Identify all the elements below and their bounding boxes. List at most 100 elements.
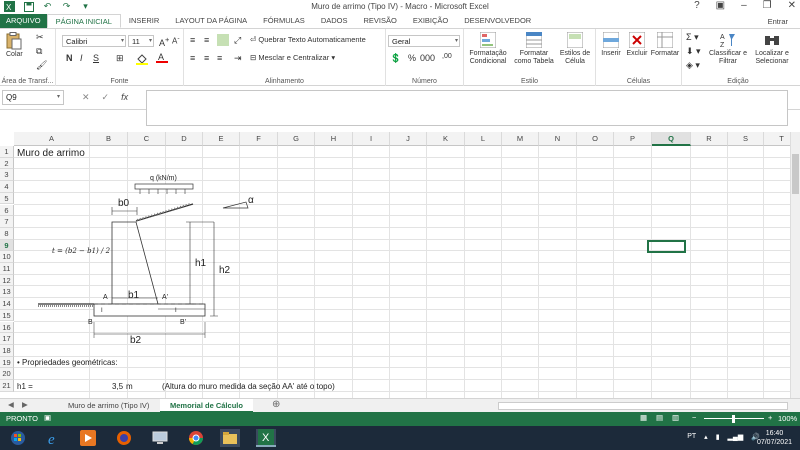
backfill-slope [135, 203, 194, 222]
media-player-icon[interactable] [78, 429, 98, 447]
number-format-combo[interactable]: Geral ▾ [388, 35, 460, 47]
cell-styles-button[interactable]: Estilos de Célula [556, 32, 594, 66]
chrome-icon[interactable] [186, 429, 206, 447]
internet-explorer-icon[interactable]: e [44, 429, 64, 447]
format-as-table-button[interactable]: Formatar como Tabela [512, 32, 556, 66]
sheet-tab-memorial[interactable]: Memorial de Cálculo [160, 399, 253, 413]
formula-input[interactable] [146, 90, 788, 126]
new-sheet-icon[interactable]: ⊕ [272, 399, 280, 410]
comma-style-icon[interactable]: 000 [420, 53, 435, 63]
paste-icon [6, 32, 22, 50]
name-box[interactable]: Q9 ▾ [2, 90, 64, 105]
sign-in-link[interactable]: Entrar [768, 17, 788, 26]
tab-developer[interactable]: DESENVOLVEDOR [456, 14, 539, 28]
page-break-view-icon[interactable]: ▥ [672, 413, 679, 422]
tab-review[interactable]: REVISÃO [355, 14, 404, 28]
tab-data[interactable]: DADOS [313, 14, 356, 28]
zoom-in-icon[interactable]: + [768, 413, 772, 422]
grow-font-icon[interactable]: A+ [159, 35, 169, 48]
format-cells-button[interactable]: Formatar [650, 32, 680, 58]
cut-icon[interactable]: ✂ [36, 32, 44, 43]
shrink-font-icon[interactable]: A- [172, 35, 180, 46]
zoom-slider-thumb[interactable] [732, 415, 735, 423]
delete-cells-button[interactable]: Excluir [624, 32, 650, 58]
fill-color-icon[interactable] [136, 53, 148, 67]
tab-home[interactable]: PÁGINA INICIAL [46, 14, 121, 28]
align-bottom-icon[interactable] [217, 34, 229, 46]
format-painter-icon[interactable]: 🖌 [36, 60, 47, 71]
label-heel-marker: I [175, 308, 177, 314]
vertical-scroll-thumb[interactable] [792, 154, 799, 194]
currency-icon[interactable]: 💲 [390, 53, 401, 64]
horizontal-scrollbar[interactable] [498, 402, 788, 410]
clock[interactable]: 16:40 07/07/2021 [757, 429, 792, 447]
network-icon[interactable]: ▮ [716, 433, 720, 441]
underline-button[interactable]: S [93, 53, 99, 63]
insert-cells-button[interactable]: Inserir [598, 32, 624, 58]
network-computer-icon[interactable] [150, 429, 170, 447]
tab-insert[interactable]: INSERIR [121, 14, 167, 28]
page-layout-view-icon[interactable]: ▤ [656, 413, 663, 422]
title-bar: X ↶ ↷ ▾ Muro de arrimo (Tipo IV) - Macro… [0, 0, 800, 14]
firefox-icon[interactable] [114, 429, 134, 447]
tray-flag-icon[interactable]: ▴ [704, 433, 708, 441]
tab-page-layout[interactable]: LAYOUT DA PÁGINA [167, 14, 255, 28]
font-name-combo[interactable]: Calibri ▾ [62, 35, 126, 47]
signal-icon[interactable]: ▂▄▆ [728, 433, 744, 441]
clear-icon[interactable]: ◈ ▾ [686, 60, 700, 71]
borders-icon[interactable]: ⊞ [116, 53, 124, 64]
align-left-icon[interactable]: ≡ [190, 53, 195, 63]
font-size-combo[interactable]: 11 ▾ [128, 35, 154, 47]
tab-file[interactable]: ARQUIVO [0, 14, 47, 28]
svg-text:X: X [262, 432, 270, 444]
worksheet-grid[interactable]: ABCDEFGHIJKLMNOPQRST 1 2 3 4 5 6 7 8 9 10 11 12 13 14… [0, 132, 800, 398]
copy-icon[interactable]: ⧉ [36, 46, 42, 57]
bold-button[interactable]: N [66, 53, 73, 63]
paste-button[interactable]: Colar [6, 32, 23, 59]
language-indicator[interactable]: PT [687, 433, 696, 441]
close-icon[interactable]: ✕ [788, 0, 796, 11]
align-center-icon[interactable]: ≡ [204, 53, 209, 63]
align-middle-icon[interactable]: ≡ [204, 35, 209, 45]
italic-button[interactable]: I [80, 53, 83, 63]
fill-icon[interactable]: ⬇ ▾ [686, 46, 701, 57]
start-icon[interactable] [8, 429, 28, 447]
insert-function-icon[interactable]: fx [121, 92, 128, 103]
minimize-icon[interactable]: – [741, 0, 747, 11]
find-select-button[interactable]: Localizar e Selecionar [750, 32, 794, 66]
indent-icon[interactable]: ⇥ [234, 53, 242, 64]
ribbon-display-icon[interactable]: ▣ [716, 0, 725, 11]
zoom-out-icon[interactable]: − [692, 413, 696, 422]
window-title: Muro de arrimo (Tipo IV) - Macro - Micro… [311, 2, 489, 11]
zoom-level[interactable]: 100% [778, 414, 797, 423]
find-select-label: Localizar e Selecionar [755, 50, 789, 65]
vertical-scrollbar[interactable] [790, 132, 800, 398]
normal-view-icon[interactable]: ▦ [640, 413, 647, 422]
font-color-icon[interactable]: A [156, 51, 168, 66]
restore-icon[interactable]: ❐ [763, 0, 772, 11]
autosum-icon[interactable]: Σ ▾ [686, 32, 699, 43]
decimal-icon[interactable]: ,00 [442, 53, 452, 60]
sheet-nav-next-icon[interactable]: ▶ [22, 400, 28, 409]
macro-record-icon[interactable]: ▣ [44, 413, 51, 422]
excel-taskbar-icon[interactable]: X [256, 429, 276, 447]
merge-center-button[interactable]: ⊟ Mesclar e Centralizar ▾ [250, 53, 335, 62]
sheet-tab-bar: ◀ ▶ Muro de arrimo (Tipo IV) Memorial de… [0, 398, 800, 413]
conditional-formatting-button[interactable]: Formatação Condicional [466, 32, 510, 66]
help-icon[interactable]: ? [694, 0, 700, 11]
confirm-entry-icon[interactable]: ✓ [102, 92, 110, 103]
cancel-entry-icon[interactable]: ✕ [82, 92, 90, 103]
selected-cell-q9[interactable] [647, 240, 686, 253]
sheet-tab-muro[interactable]: Muro de arrimo (Tipo IV) [58, 399, 159, 413]
sheet-nav-prev-icon[interactable]: ◀ [8, 400, 14, 409]
align-top-icon[interactable]: ≡ [190, 35, 195, 45]
tab-view[interactable]: EXIBIÇÃO [405, 14, 456, 28]
wrap-text-button[interactable]: ⏎ Quebrar Texto Automaticamente [250, 35, 366, 44]
orientation-icon[interactable]: ⤢ [234, 35, 241, 46]
sort-filter-button[interactable]: AZ Classificar e Filtrar [706, 32, 750, 66]
align-right-icon[interactable]: ≡ [217, 53, 222, 63]
file-explorer-icon[interactable] [220, 429, 240, 447]
percent-icon[interactable]: % [408, 53, 416, 63]
tab-formulas[interactable]: FÓRMULAS [255, 14, 313, 28]
label-point-b: B [88, 319, 93, 326]
